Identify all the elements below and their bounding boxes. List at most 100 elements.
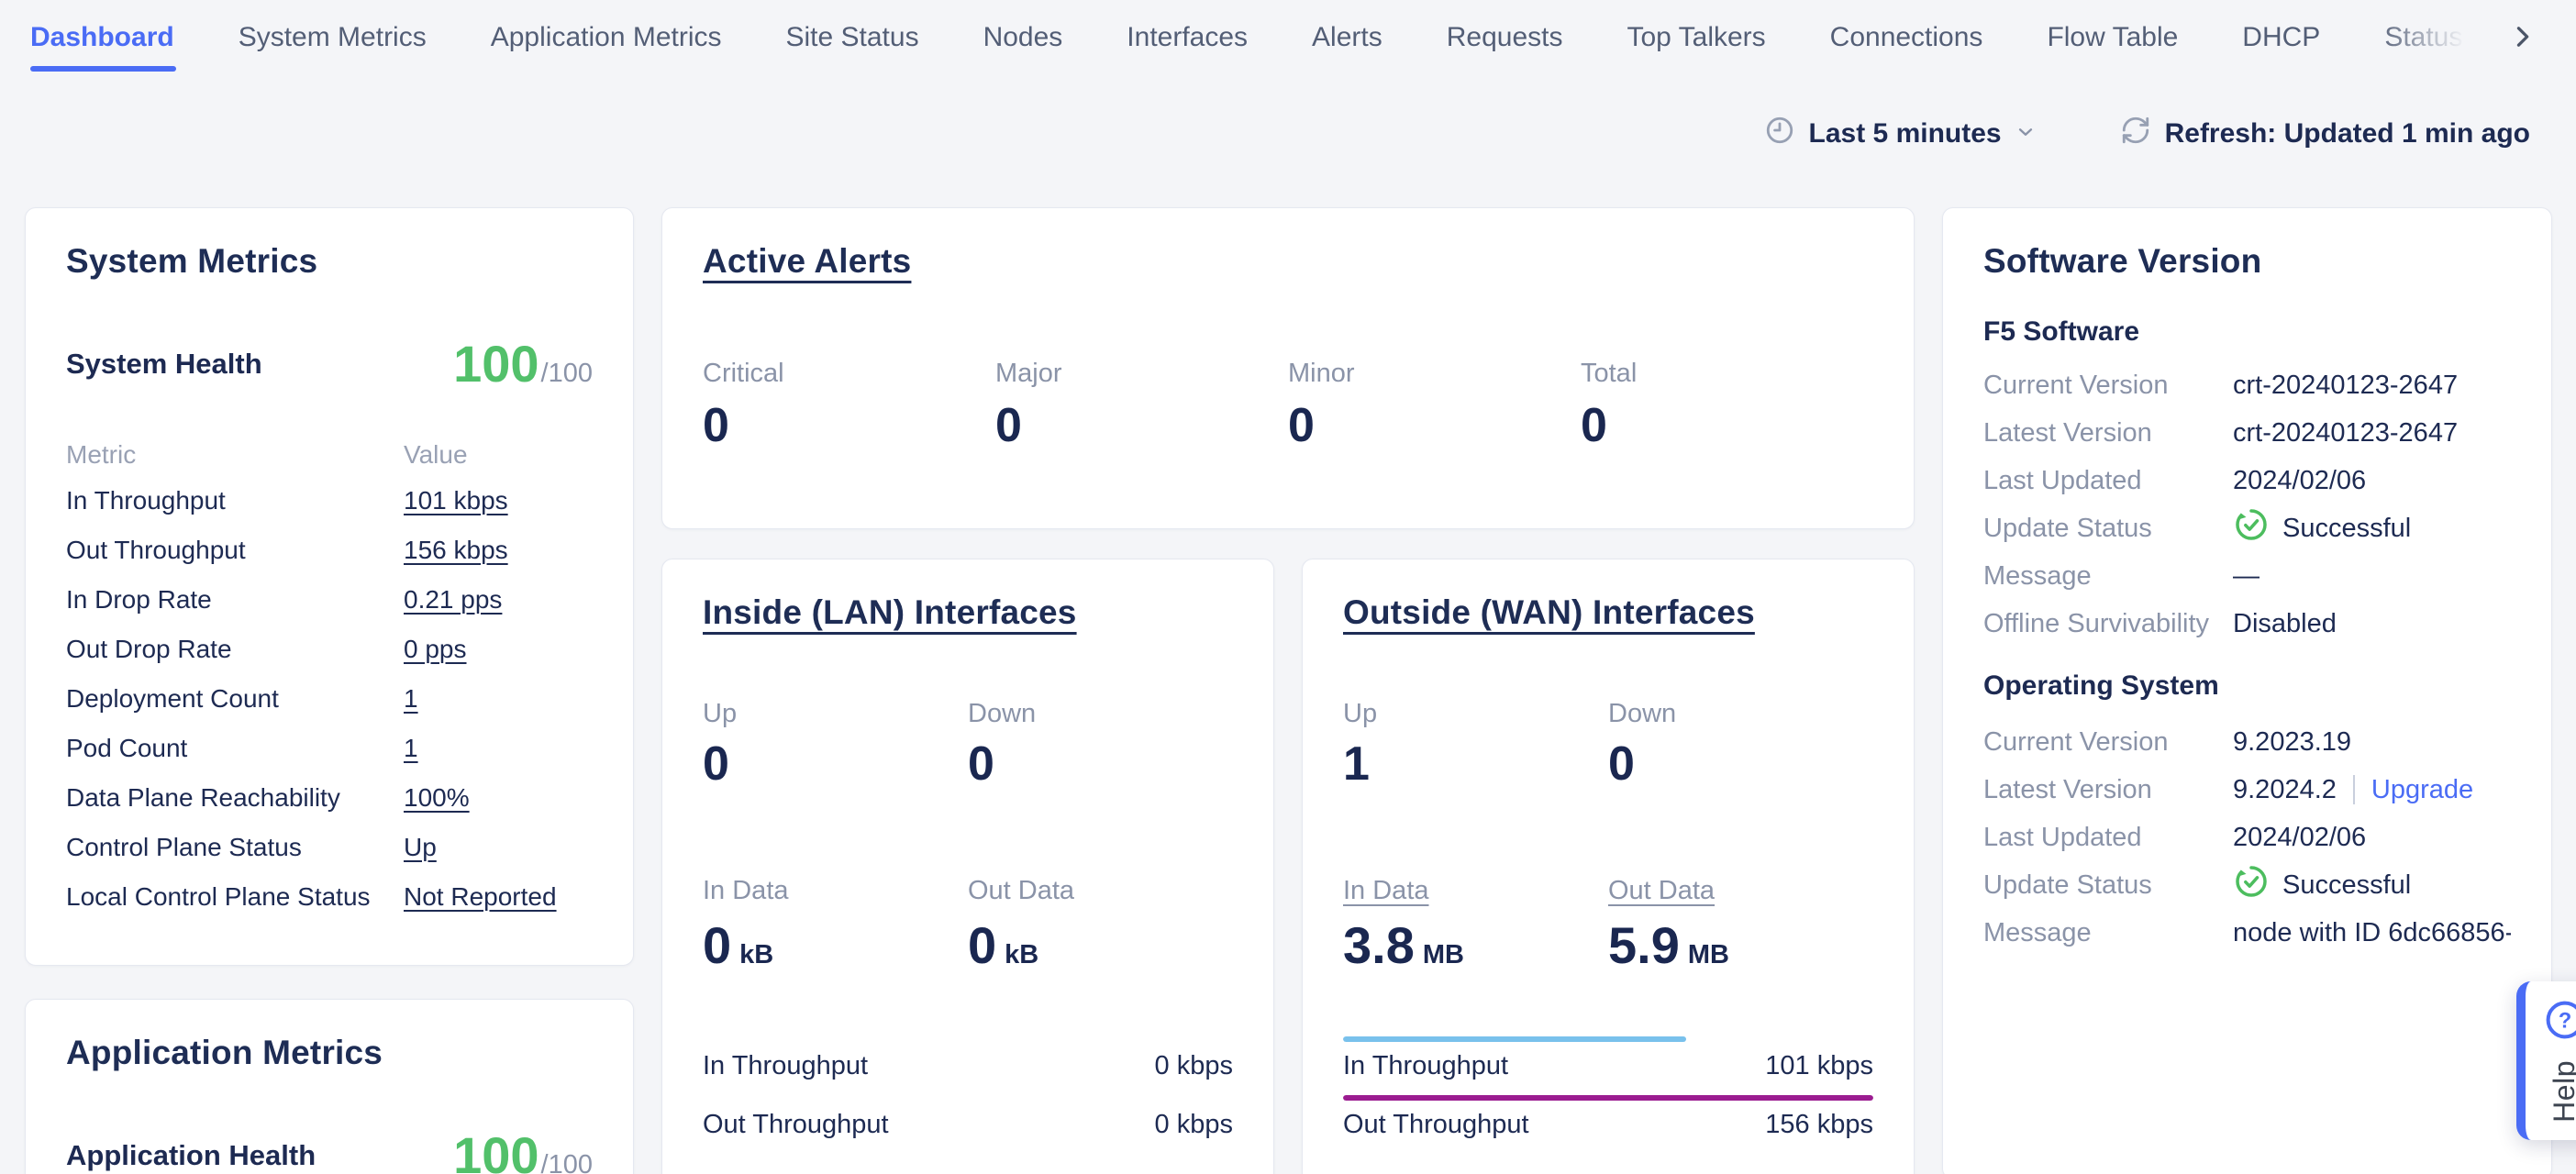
application-metrics-card: Application Metrics Application Health 1…	[25, 999, 634, 1174]
version-row: Last Updated2024/02/06	[1983, 814, 2511, 861]
throughput-value: 0 kbps	[1155, 1108, 1233, 1141]
f5-software-rows: Current Versioncrt-20240123-2647 Latest …	[1983, 361, 2511, 648]
stat-label: Major	[995, 359, 1288, 389]
update-status-text: Successful	[2282, 870, 2411, 901]
metric-value-link[interactable]: 100%	[404, 783, 593, 813]
nav-tab-site-status[interactable]: Site Status	[786, 0, 919, 75]
nav-tab-interfaces[interactable]: Interfaces	[1127, 0, 1248, 75]
throughput-bar	[703, 1036, 1233, 1042]
nav-tab-flow-table[interactable]: Flow Table	[2047, 0, 2178, 75]
clock-icon	[1764, 115, 1795, 153]
stat-value: 0kB	[703, 917, 968, 983]
unit-label: kB	[1005, 940, 1038, 969]
stat-label: Up	[1343, 699, 1608, 729]
nav-tabs: Dashboard System Metrics Application Met…	[30, 0, 2495, 75]
stat-label: Down	[1608, 699, 1873, 729]
stat-label: Minor	[1288, 359, 1581, 389]
table-header-metric: Metric	[66, 440, 404, 470]
table-row: Deployment Count1	[66, 674, 593, 724]
alert-stat-total: Total 0	[1581, 359, 1873, 453]
system-metrics-title: System Metrics	[66, 241, 593, 282]
software-version-title: Software Version	[1983, 241, 2511, 282]
lan-in-throughput: In Throughput0 kbps	[703, 1036, 1233, 1082]
wan-interfaces-card: Outside (WAN) Interfaces Up 1 Down 0 In …	[1302, 559, 1915, 1174]
nav-tab-requests[interactable]: Requests	[1447, 0, 1563, 75]
application-health-row: Application Health 100 /100	[66, 1126, 593, 1174]
metric-value-link[interactable]: 1	[404, 684, 593, 714]
metric-value-link[interactable]: 0.21 pps	[404, 585, 593, 615]
metric-value-link[interactable]: 101 kbps	[404, 486, 593, 515]
update-status-text: Successful	[2282, 514, 2411, 544]
wan-updown-stats: Up 1 Down 0	[1343, 699, 1873, 792]
table-header-value: Value	[404, 440, 593, 470]
nav-tab-nodes[interactable]: Nodes	[983, 0, 1063, 75]
stat-value: 0	[995, 398, 1288, 453]
throughput-label: Out Throughput	[1343, 1108, 1529, 1141]
stat-label: Up	[703, 699, 968, 729]
in-data-link[interactable]: In Data	[1343, 876, 1429, 905]
wan-interfaces-title-link[interactable]: Outside (WAN) Interfaces	[1343, 593, 1755, 631]
metric-label: Local Control Plane Status	[66, 882, 404, 912]
system-health-label: System Health	[66, 348, 262, 381]
lan-out-throughput: Out Throughput 0 kbps	[703, 1095, 1233, 1141]
wan-throughput-section: In Throughput101 kbps Out Throughput156 …	[1343, 1036, 1873, 1141]
throughput-value: 0 kbps	[1155, 1049, 1233, 1082]
chevron-right-icon	[2506, 21, 2537, 55]
nav-tab-status-objects[interactable]: Status Obj	[2384, 0, 2495, 75]
throughput-bar	[703, 1095, 1233, 1101]
metric-value-link[interactable]: 0 pps	[404, 635, 593, 664]
metric-label: In Throughput	[66, 486, 404, 515]
wan-stat-out-data: Out Data 5.9MB	[1608, 876, 1873, 983]
table-row: Data Plane Reachability100%	[66, 773, 593, 823]
lan-stat-down: Down 0	[968, 699, 1233, 792]
message-row: Message—	[1983, 552, 2511, 600]
table-row: In Throughput101 kbps	[66, 476, 593, 526]
upgrade-link[interactable]: Upgrade	[2371, 775, 2473, 805]
metric-label: Control Plane Status	[66, 833, 404, 862]
check-circle-icon	[2233, 863, 2282, 907]
refresh-control[interactable]: Refresh: Updated 1 min ago	[2120, 115, 2530, 153]
nav-tab-connections[interactable]: Connections	[1830, 0, 1983, 75]
nav-tab-dashboard[interactable]: Dashboard	[30, 0, 174, 75]
nav-tab-alerts[interactable]: Alerts	[1312, 0, 1382, 75]
system-health-score: 100 /100	[453, 335, 593, 393]
stat-label: Total	[1581, 359, 1873, 389]
table-row: Control Plane StatusUp	[66, 823, 593, 872]
metric-label: Pod Count	[66, 734, 404, 763]
refresh-icon	[2120, 115, 2151, 153]
stat-value: 0	[1608, 737, 1873, 792]
nav-overflow-button[interactable]	[2501, 17, 2543, 59]
lan-stat-in-data: In Data 0kB	[703, 876, 968, 983]
wan-out-throughput: Out Throughput156 kbps	[1343, 1095, 1873, 1141]
nav-tab-application-metrics[interactable]: Application Metrics	[491, 0, 722, 75]
metric-value-link[interactable]: Up	[404, 833, 593, 862]
system-health-max: /100	[541, 359, 593, 389]
metric-value-link[interactable]: 156 kbps	[404, 536, 593, 565]
lan-updown-stats: Up 0 Down 0	[703, 699, 1233, 792]
out-data-link[interactable]: Out Data	[1608, 876, 1715, 905]
nav-tab-system-metrics[interactable]: System Metrics	[239, 0, 427, 75]
metric-value-link[interactable]: Not Reported	[404, 882, 593, 912]
unit-label: MB	[1423, 940, 1464, 969]
update-status-row: Update Status Successful	[1983, 861, 2511, 909]
active-alerts-title-link[interactable]: Active Alerts	[703, 242, 911, 280]
table-header: Metric Value	[66, 434, 593, 476]
help-tab[interactable]: ? Help	[2516, 981, 2576, 1140]
version-row: Current Version9.2023.19	[1983, 718, 2511, 766]
alert-stat-critical: Critical 0	[703, 359, 995, 453]
wan-stat-down: Down 0	[1608, 699, 1873, 792]
lan-interfaces-title-link[interactable]: Inside (LAN) Interfaces	[703, 593, 1077, 631]
update-status-row: Update Status Successful	[1983, 504, 2511, 552]
version-row: Last Updated2024/02/06	[1983, 457, 2511, 504]
nav-tab-top-talkers[interactable]: Top Talkers	[1627, 0, 1765, 75]
throughput-label: Out Throughput	[703, 1108, 889, 1141]
time-range-selector[interactable]: Last 5 minutes	[1764, 115, 2036, 153]
dashboard-toolbar: Last 5 minutes Refresh: Updated 1 min ag…	[0, 106, 2576, 161]
nav-tab-dhcp[interactable]: DHCP	[2242, 0, 2320, 75]
column-left: System Metrics System Health 100 /100 Me…	[25, 207, 634, 1174]
metric-value-link[interactable]: 1	[404, 734, 593, 763]
system-metrics-table: Metric Value In Throughput101 kbps Out T…	[66, 434, 593, 922]
table-row: Local Control Plane StatusNot Reported	[66, 872, 593, 922]
application-health-max: /100	[541, 1150, 593, 1174]
stat-value: 0	[703, 737, 968, 792]
